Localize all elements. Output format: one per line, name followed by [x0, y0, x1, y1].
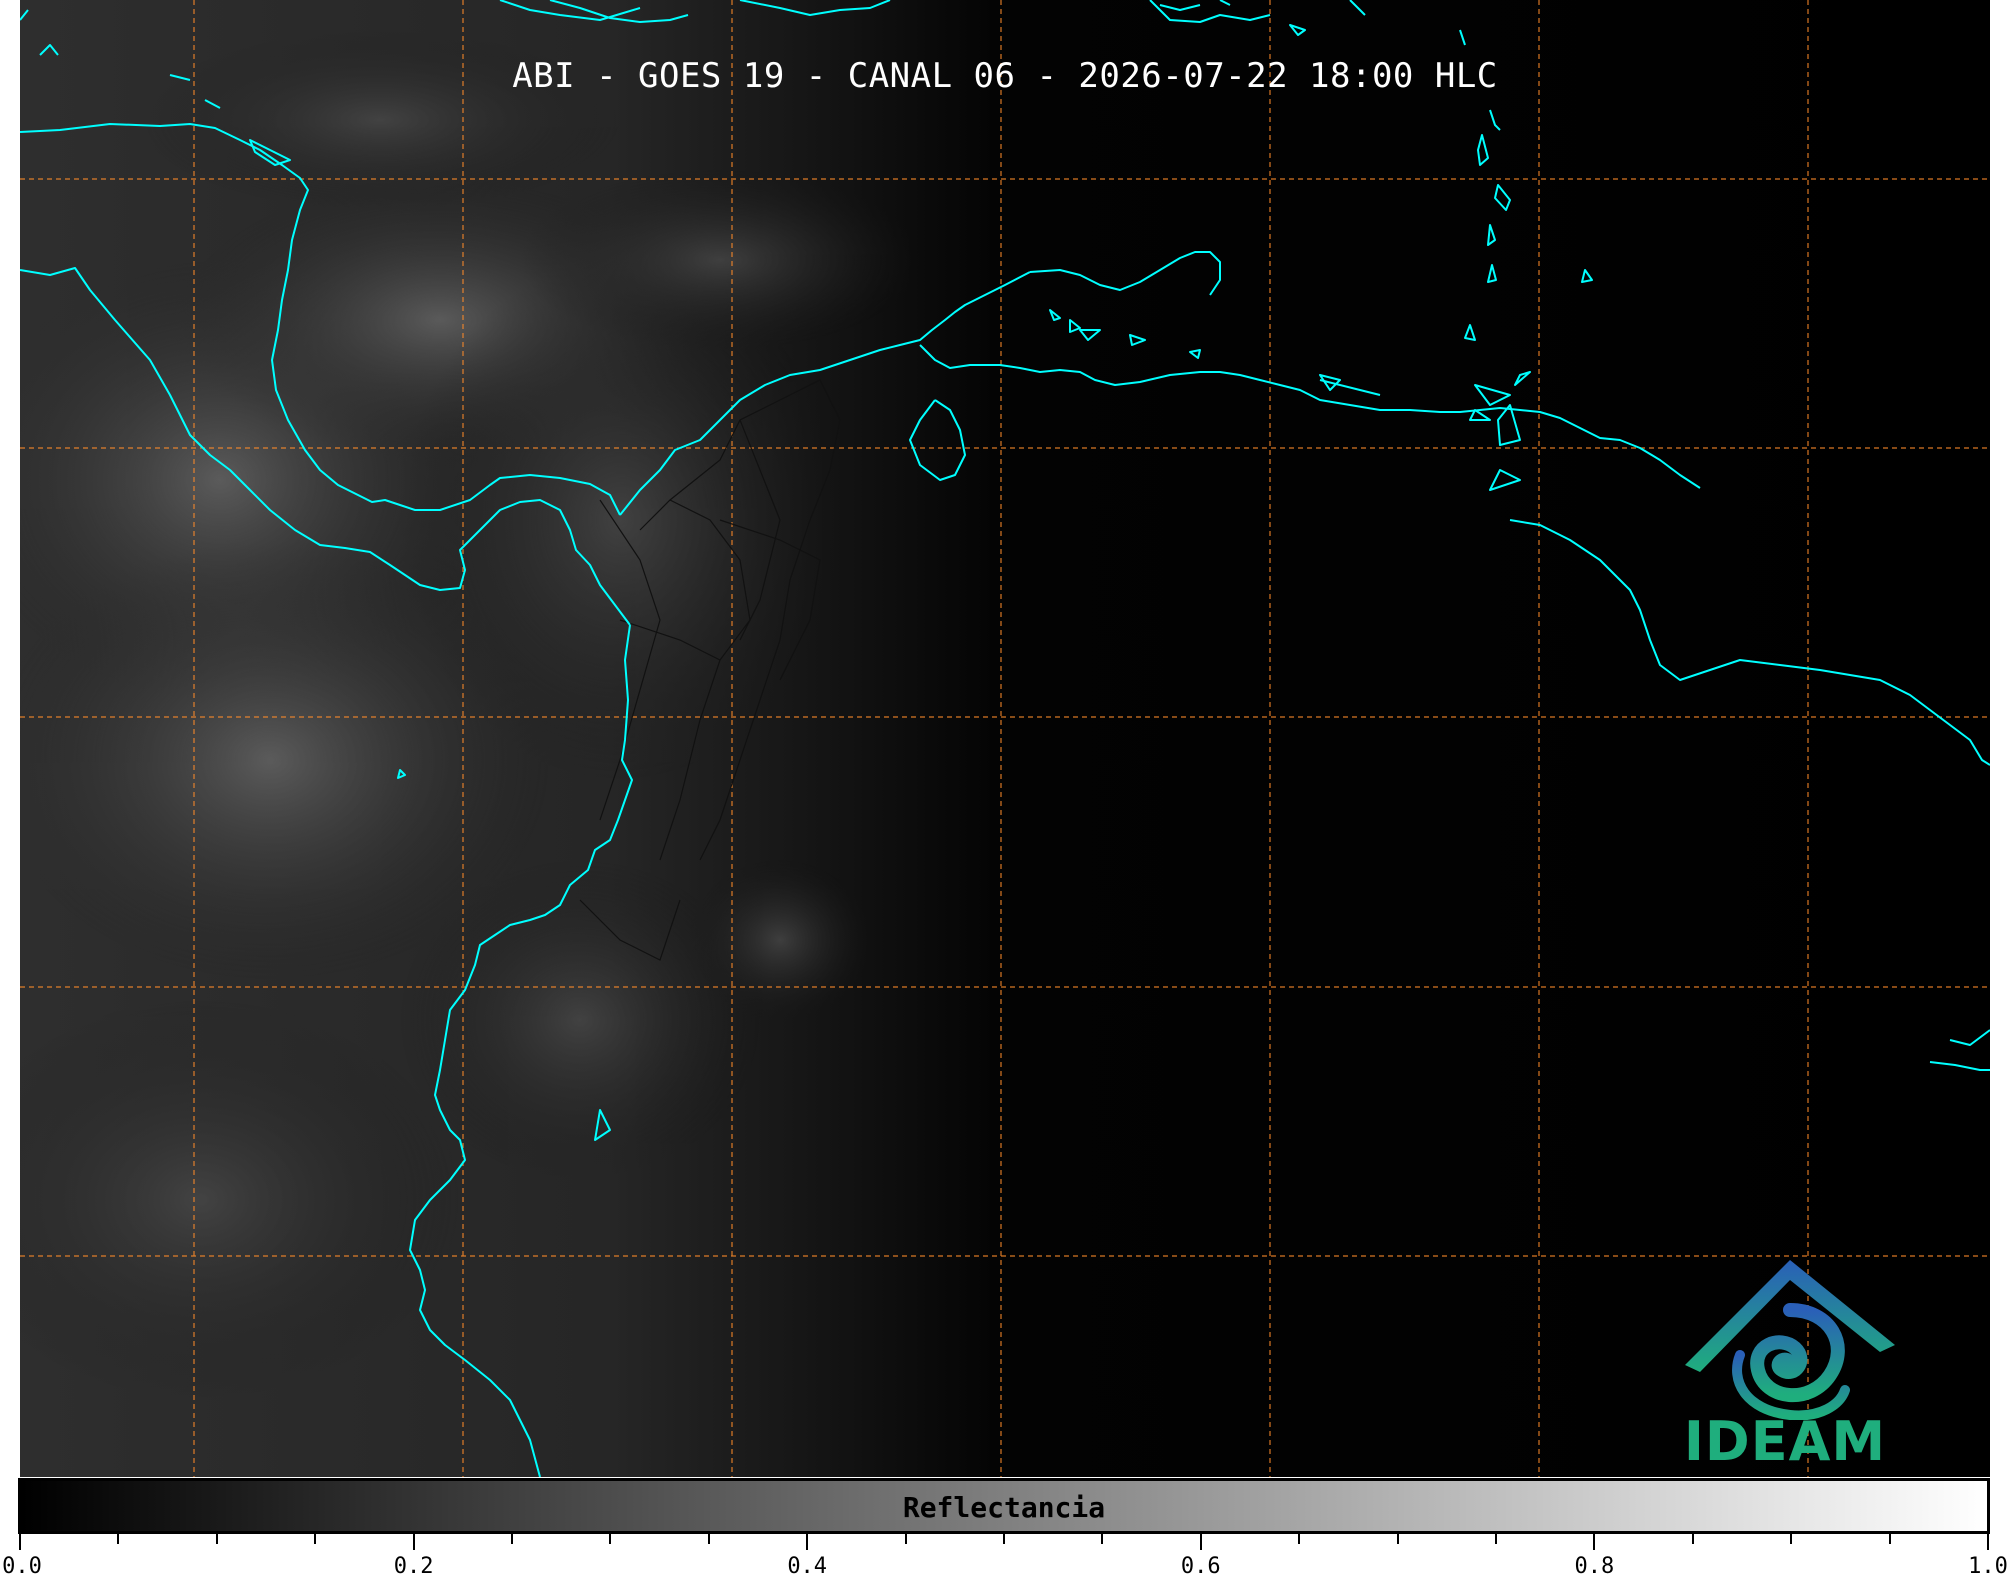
ideam-logo: IDEAM	[1670, 1250, 1900, 1473]
colorbar-minor-tick	[707, 1534, 710, 1544]
colorbar-minor-tick	[117, 1534, 120, 1544]
colorbar-major-tick	[806, 1534, 809, 1550]
colorbar-tick-label: 0.4	[787, 1554, 828, 1579]
colorbar-major-tick	[412, 1534, 415, 1550]
colorbar-tick-label: 0.6	[1180, 1554, 1221, 1579]
colorbar-major-tick	[1593, 1534, 1596, 1550]
colorbar-tick-label: 0.2	[393, 1554, 434, 1579]
colorbar-tick-label: 0.8	[1574, 1554, 1615, 1579]
colorbar-minor-tick	[1396, 1534, 1399, 1544]
colorbar-minor-tick	[904, 1534, 907, 1544]
colorbar-minor-tick	[511, 1534, 513, 1544]
ideam-logo-text: IDEAM	[1683, 1410, 1887, 1473]
colorbar-major-tick	[1199, 1534, 1202, 1550]
colorbar: Reflectancia	[18, 1478, 1990, 1534]
colorbar-ticks: 0.0 0.2 0.4 0.6 0.8 1.0	[0, 1534, 2011, 1579]
colorbar-minor-tick	[1003, 1534, 1005, 1544]
colorbar-minor-tick	[215, 1534, 218, 1544]
colorbar-label: Reflectancia	[902, 1491, 1106, 1524]
satellite-map: ABI - GOES 19 - CANAL 06 - 2026-07-22 18…	[20, 0, 1990, 1477]
map-title: ABI - GOES 19 - CANAL 06 - 2026-07-22 18…	[512, 56, 1498, 96]
colorbar-minor-tick	[609, 1534, 612, 1544]
colorbar-minor-tick	[1790, 1534, 1793, 1544]
colorbar-minor-tick	[1888, 1534, 1891, 1544]
colorbar-minor-tick	[1495, 1534, 1497, 1544]
colorbar-tick-label: 1.0	[1968, 1554, 2008, 1579]
colorbar-major-tick	[19, 1534, 21, 1550]
colorbar-minor-tick	[314, 1534, 317, 1544]
colorbar-minor-tick	[1691, 1534, 1694, 1544]
colorbar-minor-tick	[1298, 1534, 1301, 1544]
colorbar-tick-label: 0.0	[2, 1554, 42, 1579]
colorbar-major-tick	[1987, 1534, 1989, 1550]
ideam-logo-icon	[1685, 1260, 1895, 1421]
colorbar-minor-tick	[1101, 1534, 1104, 1544]
